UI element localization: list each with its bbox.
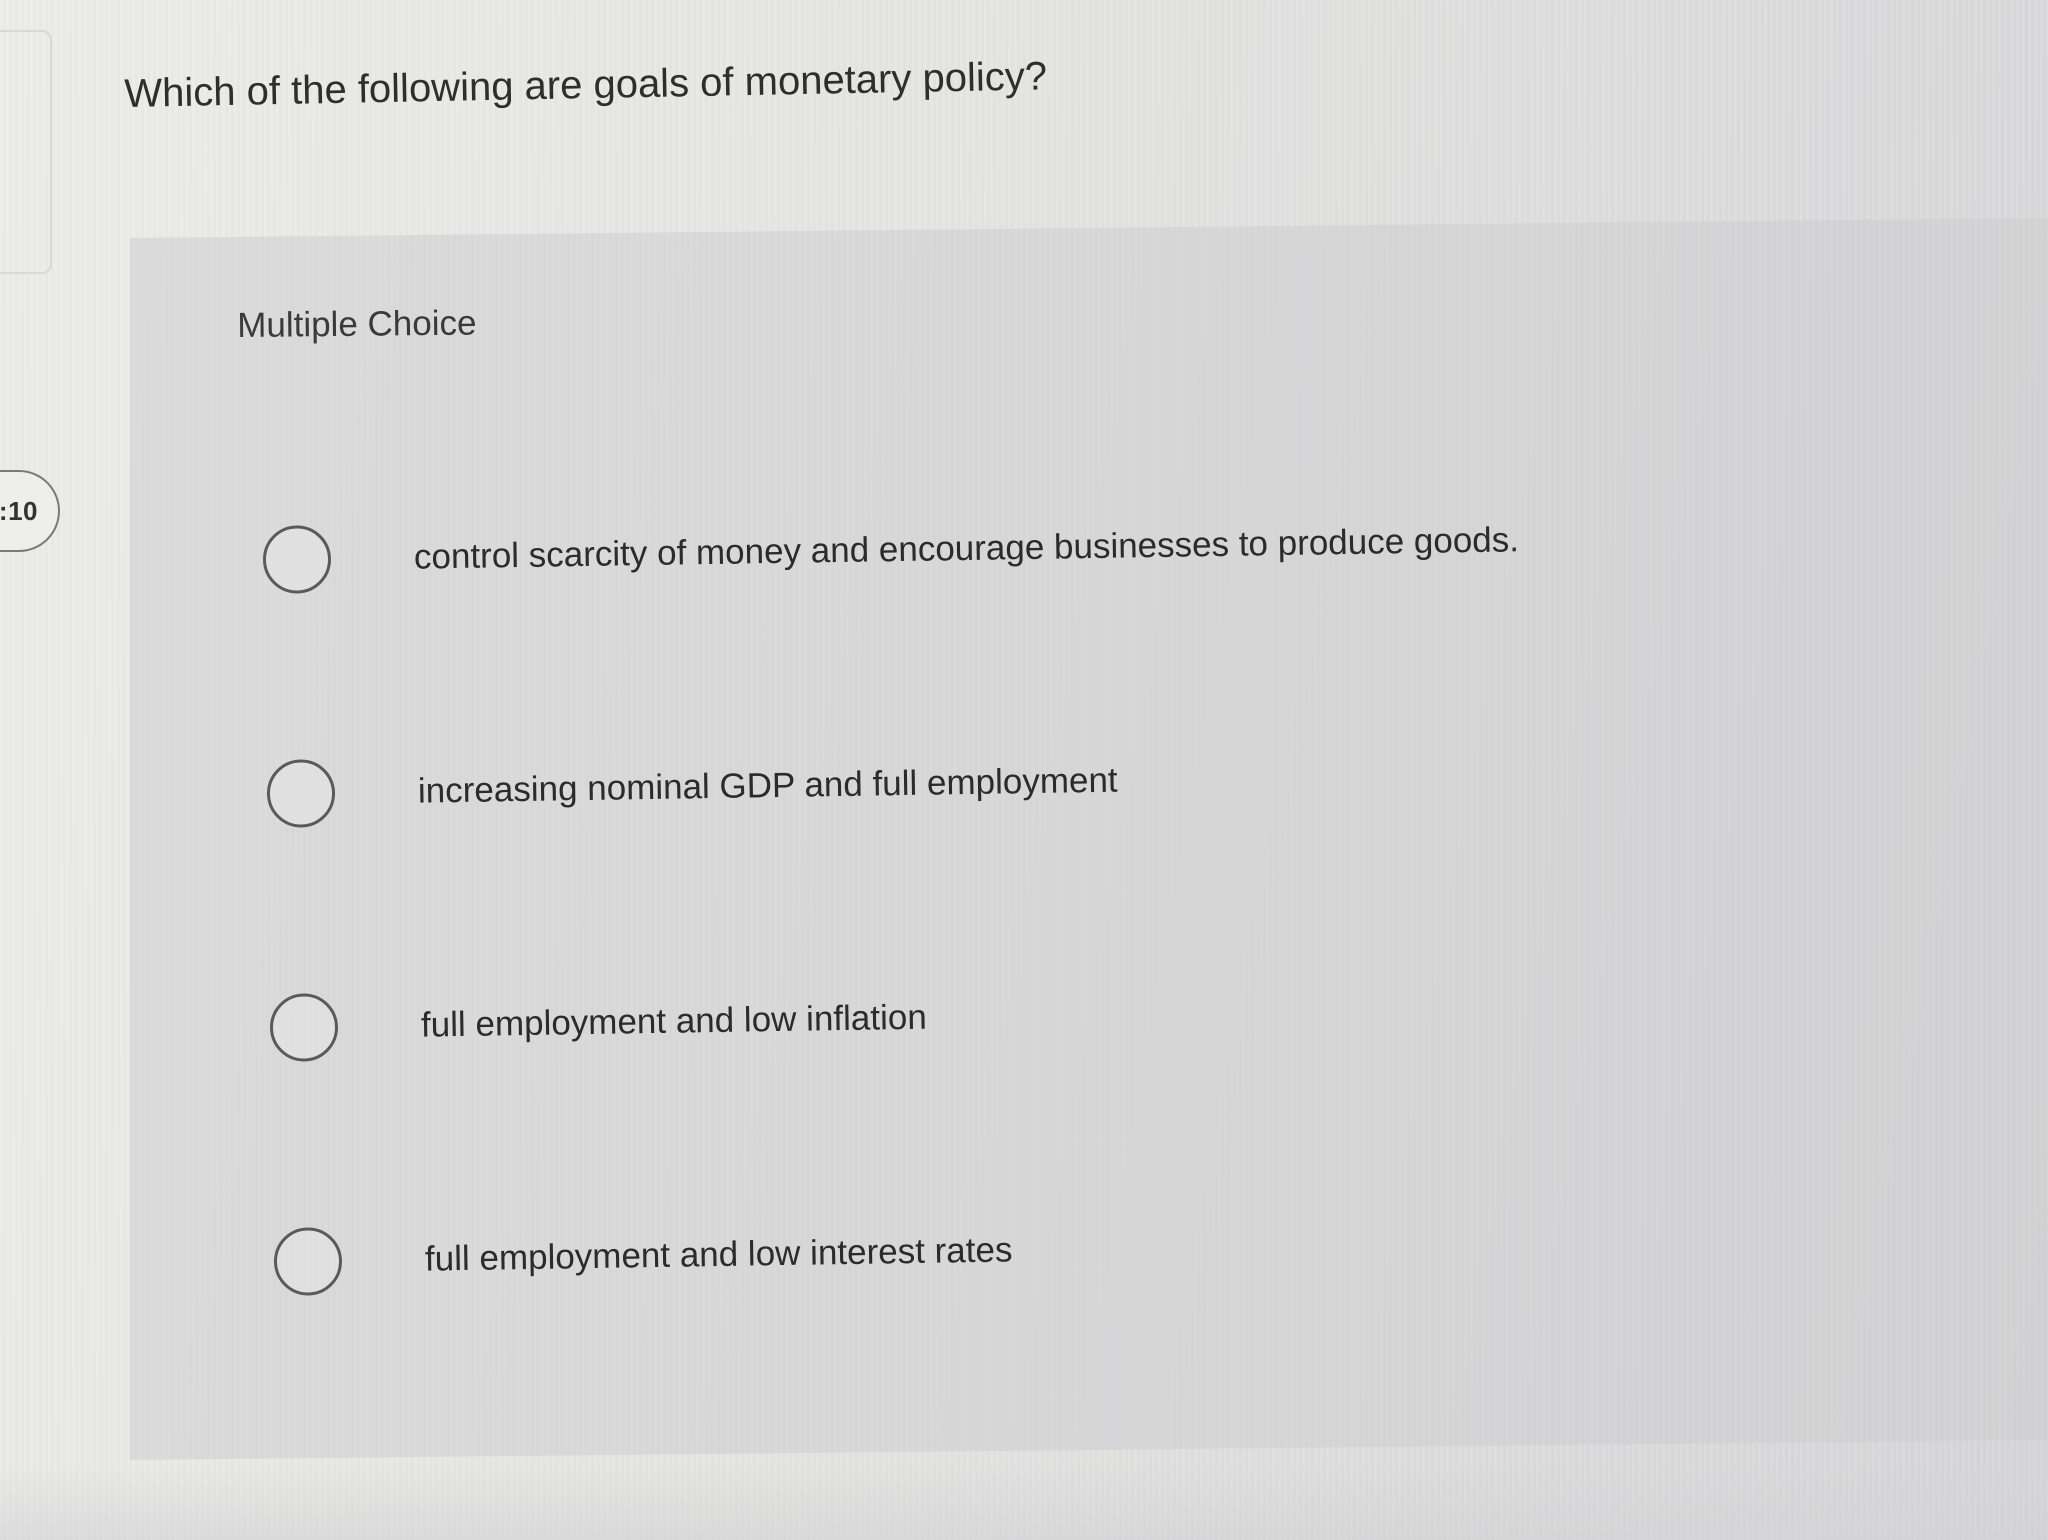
timer-text: :10	[0, 495, 38, 526]
answer-option-4[interactable]: full employment and low interest rates	[273, 1204, 1013, 1308]
radio-button[interactable]	[262, 524, 332, 594]
answer-option-2[interactable]: increasing nominal GDP and full employme…	[266, 735, 1118, 840]
answer-option-label[interactable]: full employment and low inflation	[421, 998, 927, 1046]
radio-button[interactable]	[266, 758, 336, 828]
answer-option-label[interactable]: increasing nominal GDP and full employme…	[418, 761, 1118, 812]
left-panel-edge	[0, 30, 52, 274]
question-type-label: Multiple Choice	[237, 303, 477, 345]
answer-option-label[interactable]: full employment and low interest rates	[425, 1230, 1013, 1279]
radio-button[interactable]	[269, 992, 339, 1062]
bottom-edge	[0, 1462, 2048, 1540]
question-prompt: Which of the following are goals of mone…	[124, 54, 1048, 116]
answer-option-label[interactable]: control scarcity of money and encourage …	[414, 520, 1520, 577]
answer-option-3[interactable]: full employment and low inflation	[269, 972, 927, 1074]
radio-button[interactable]	[273, 1226, 343, 1296]
timer-badge: :10	[0, 470, 60, 552]
